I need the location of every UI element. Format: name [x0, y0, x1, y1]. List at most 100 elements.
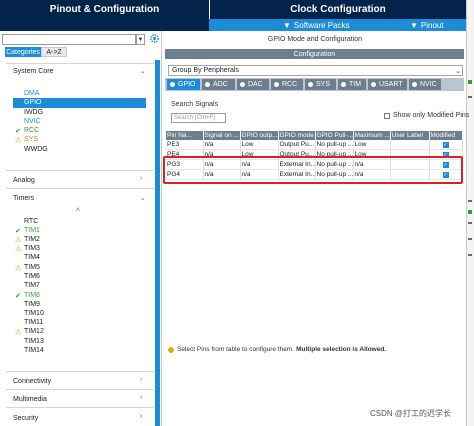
chevron-down-icon[interactable]: ⌄	[140, 194, 146, 202]
check-icon: ✔	[15, 228, 21, 235]
checkbox-icon[interactable]	[384, 112, 390, 119]
status-marker	[468, 254, 472, 256]
chevron-down-icon[interactable]: ⌄	[453, 65, 463, 76]
section-timers[interactable]: Timers	[13, 195, 34, 202]
section-divider	[6, 389, 154, 390]
tab-usart[interactable]: USART	[368, 79, 407, 90]
column-header[interactable]: GPIO mode	[278, 131, 316, 140]
chevron-right-icon[interactable]: ›	[140, 413, 142, 420]
categories-toggle[interactable]: Categories	[5, 47, 41, 57]
tab-adc[interactable]: ADC	[202, 79, 235, 90]
category-search-input[interactable]	[2, 34, 136, 45]
mode-config-title: GPIO Mode and Configuration	[267, 36, 363, 43]
tree-item-tim1[interactable]: TIM1	[24, 227, 40, 234]
tree-item-tim13[interactable]: TIM13	[24, 338, 44, 345]
tree-item-rcc[interactable]: RCC	[24, 127, 39, 134]
tab-rcc[interactable]: RCC	[271, 79, 303, 90]
table-row[interactable]: PE3 n/a Low Output Pu... No pull-up ... …	[166, 140, 463, 150]
table-header-row: Pin Na... Signal on ... GPIO outp... GPI…	[166, 131, 463, 140]
lightbulb-icon	[168, 346, 174, 353]
software-packs-label: Software Packs	[293, 20, 350, 30]
tab-pinout-configuration[interactable]: Pinout & Configuration	[0, 0, 209, 19]
status-marker	[468, 238, 472, 240]
tree-item-tim3[interactable]: TIM3	[24, 245, 40, 252]
chevron-down-icon: ▼	[410, 20, 418, 30]
pinout-menu[interactable]: ▼ Pinout	[410, 19, 444, 31]
tree-item-tim14[interactable]: TIM14	[24, 347, 44, 354]
tree-item-tim2[interactable]: TIM2	[24, 236, 40, 243]
tab-label: NVIC	[420, 81, 437, 88]
section-security[interactable]: Security	[13, 415, 38, 422]
dot-icon	[412, 82, 417, 87]
cell-signal: n/a	[203, 140, 241, 150]
a-to-z-toggle[interactable]: A->Z	[41, 47, 67, 57]
sort-up-icon: ˄	[76, 207, 81, 214]
tree-item-tim5[interactable]: TIM5	[24, 264, 40, 271]
tab-gpio[interactable]: GPIO	[167, 79, 200, 90]
section-divider	[6, 371, 154, 372]
group-by-select[interactable]: Group By Peripherals	[168, 65, 463, 76]
tree-item-tim10[interactable]: TIM10	[24, 310, 44, 317]
status-marker	[468, 80, 472, 84]
section-divider	[6, 63, 154, 64]
column-header[interactable]: GPIO outp...	[240, 131, 279, 140]
section-divider	[6, 188, 154, 189]
status-marker	[468, 210, 472, 214]
tree-item-tim6[interactable]: TIM6	[24, 273, 40, 280]
tab-label: USART	[379, 81, 403, 88]
column-header[interactable]: GPIO Pull-...	[315, 131, 354, 140]
tab-clock-configuration[interactable]: Clock Configuration	[209, 0, 466, 19]
column-header[interactable]: Modified	[429, 131, 463, 140]
tree-item-tim8[interactable]: TIM8	[24, 292, 40, 299]
chevron-right-icon[interactable]: ›	[140, 394, 142, 401]
configuration-header: Configuration	[165, 49, 464, 59]
tab-dac[interactable]: DAC	[237, 79, 269, 90]
check-icon: ✔	[15, 128, 21, 135]
tree-item-tim12[interactable]: TIM12	[24, 328, 44, 335]
tab-label: TIM	[349, 81, 362, 88]
chevron-right-icon[interactable]: ›	[140, 175, 142, 182]
tab-nvic[interactable]: NVIC	[409, 79, 441, 90]
tab-label: GPIO	[178, 81, 196, 88]
status-marker	[468, 200, 472, 202]
search-dropdown-icon[interactable]: ▼	[136, 34, 145, 45]
tree-item-iwdg[interactable]: IWDG	[24, 109, 43, 116]
chevron-right-icon[interactable]: ›	[140, 376, 142, 383]
section-connectivity[interactable]: Connectivity	[13, 378, 51, 385]
status-marker	[468, 222, 472, 224]
warning-icon: ⚠	[15, 329, 22, 336]
cell-max-speed: Low	[353, 140, 391, 150]
cell-pin-name: PE3	[166, 140, 204, 150]
column-header[interactable]: Signal on ...	[203, 131, 241, 140]
chevron-down-icon[interactable]: ⌄	[140, 67, 146, 75]
hint-text: Select Pins from table to configure them…	[177, 346, 295, 353]
column-header[interactable]: User Label	[390, 131, 430, 140]
column-header[interactable]: Maximum ...	[353, 131, 391, 140]
dot-icon	[308, 82, 313, 87]
tree-item-tim4[interactable]: TIM4	[24, 254, 40, 261]
section-analog[interactable]: Analog	[13, 177, 35, 184]
section-multimedia[interactable]: Multimedia	[13, 396, 47, 403]
dot-icon	[205, 82, 210, 87]
show-modified-checkbox[interactable]: Show only Modified Pins	[384, 112, 469, 119]
tree-item-dma[interactable]: DMA	[24, 90, 40, 97]
tree-item-wwdg[interactable]: WWDG	[24, 146, 48, 153]
section-system-core[interactable]: System Core	[13, 68, 53, 75]
tab-sys[interactable]: SYS	[305, 79, 336, 90]
gear-icon[interactable]	[149, 33, 160, 44]
tree-item-gpio[interactable]: GPIO	[24, 99, 42, 106]
tree-item-rtc[interactable]: RTC	[24, 218, 38, 225]
checked-checkbox-icon[interactable]: ✓	[442, 142, 449, 148]
tree-item-nvic[interactable]: NVIC	[24, 118, 41, 125]
tree-item-tim11[interactable]: TIM11	[24, 319, 43, 326]
left-panel-scrollbar[interactable]	[155, 60, 160, 426]
column-header[interactable]: Pin Na...	[166, 131, 204, 140]
tree-item-tim9[interactable]: TIM9	[24, 301, 40, 308]
watermark: CSDN @打工的迟学长	[370, 409, 452, 418]
cell-modified[interactable]: ✓	[429, 140, 463, 150]
tab-tim[interactable]: TIM	[338, 79, 366, 90]
software-packs-menu[interactable]: ▼ Software Packs	[283, 19, 350, 31]
search-signals-input[interactable]: Search (Ctrl+F)	[171, 113, 226, 123]
tree-item-sys[interactable]: SYS	[24, 136, 38, 143]
tree-item-tim7[interactable]: TIM7	[24, 282, 40, 289]
